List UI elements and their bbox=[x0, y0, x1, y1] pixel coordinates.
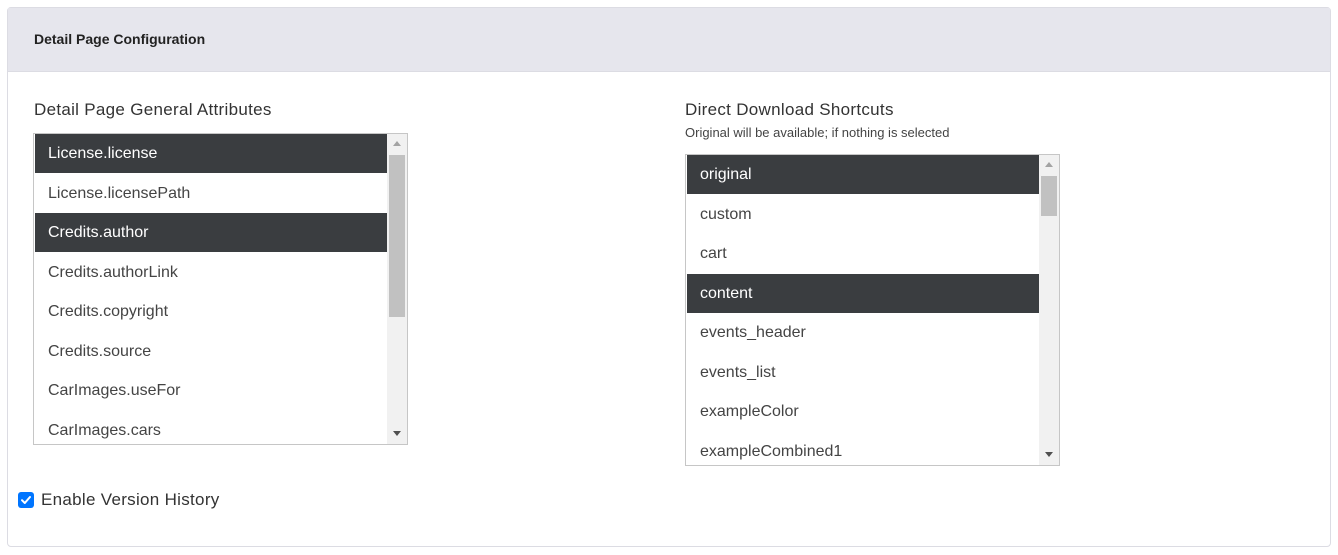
version-history-label: Enable Version History bbox=[41, 490, 220, 509]
scroll-up-icon[interactable] bbox=[387, 134, 407, 154]
version-history-checkbox[interactable] bbox=[18, 492, 34, 508]
scroll-thumb[interactable] bbox=[389, 155, 405, 317]
download-shortcut-option[interactable]: exampleCombined1 bbox=[687, 432, 1039, 466]
scroll-thumb[interactable] bbox=[1041, 176, 1057, 216]
download-shortcut-option[interactable]: content bbox=[687, 273, 1039, 313]
general-attribute-option[interactable]: Credits.copyright bbox=[35, 292, 387, 331]
download-shortcut-option[interactable]: custom bbox=[687, 195, 1039, 234]
general-attributes-scrollbar[interactable] bbox=[387, 134, 407, 444]
download-shortcut-option[interactable]: cart bbox=[687, 234, 1039, 273]
general-attribute-option[interactable]: License.license bbox=[35, 134, 387, 173]
download-shortcuts-scrollbar[interactable] bbox=[1039, 155, 1059, 465]
download-shortcut-option[interactable]: events_list bbox=[687, 353, 1039, 392]
scroll-down-icon[interactable] bbox=[1039, 445, 1059, 465]
checkmark-icon bbox=[21, 496, 31, 504]
card-header: Detail Page Configuration bbox=[8, 8, 1330, 72]
general-attribute-option[interactable]: CarImages.cars bbox=[35, 411, 387, 445]
general-attributes-listbox[interactable]: CarImages.cars CarImages.useFor Credits.so… bbox=[33, 133, 408, 445]
download-shortcut-option[interactable]: exampleColor bbox=[687, 392, 1039, 431]
scroll-down-icon[interactable] bbox=[387, 424, 407, 444]
general-attribute-option[interactable]: Credits.authorLink bbox=[35, 253, 387, 292]
card-title: Detail Page Configuration bbox=[34, 31, 206, 47]
download-shortcuts-label: Direct Download Shortcuts bbox=[685, 100, 894, 119]
general-attribute-option[interactable]: Credits.author bbox=[35, 213, 387, 252]
download-shortcuts-listbox[interactable]: exampleCombined1 exampleColor events_list e… bbox=[685, 154, 1060, 466]
download-shortcuts-hint: Original will be available; if nothing i… bbox=[685, 125, 950, 140]
scroll-up-icon[interactable] bbox=[1039, 155, 1059, 175]
general-attribute-option[interactable]: License.licensePath bbox=[35, 174, 387, 213]
general-attribute-option[interactable]: Credits.source bbox=[35, 332, 387, 371]
download-shortcut-option[interactable]: events_header bbox=[687, 313, 1039, 352]
general-attribute-option[interactable]: CarImages.useFor bbox=[35, 371, 387, 410]
general-attributes-label: Detail Page General Attributes bbox=[34, 100, 272, 119]
download-shortcut-option[interactable]: original bbox=[687, 155, 1039, 194]
